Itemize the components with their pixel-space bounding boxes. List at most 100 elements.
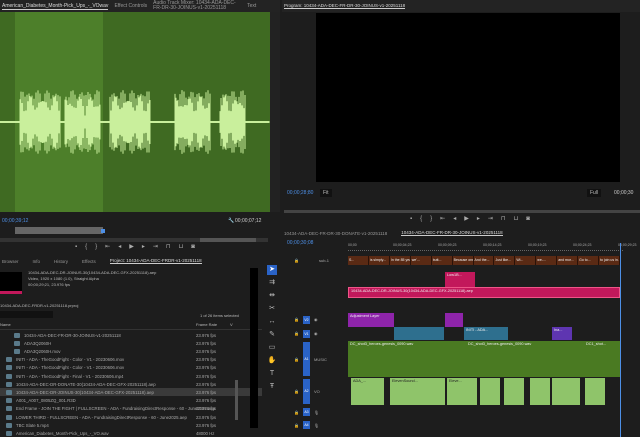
play-icon[interactable]: ▶ [129, 243, 134, 250]
tab-audio-mixer[interactable]: Audio Track Mixer: 10434-ADA-DEC-FR-DR-3… [153, 1, 241, 11]
marker-icon[interactable]: ▪ [75, 244, 77, 250]
overwrite-icon[interactable]: ⊔ [179, 243, 184, 250]
project-item[interactable]: 10434-ADA-DEC-FR-DR-30-JOINUS-v1-2025111… [0, 331, 262, 339]
mark-out-icon[interactable]: } [95, 244, 97, 250]
go-to-in-icon[interactable]: ⇤ [105, 243, 110, 250]
lock-icon[interactable]: 🔒 [294, 389, 299, 394]
tab-project[interactable]: Project: 10434-ADA-DEC-FRDR-v1-20251118 [109, 258, 202, 264]
camera-icon[interactable]: ◙ [191, 244, 195, 250]
eye-icon[interactable]: ◉ [314, 317, 318, 322]
slip-icon[interactable]: ↔ [267, 317, 277, 327]
caption-segment[interactable]: Just like... [494, 256, 516, 265]
caption-segment[interactable]: Because one... [453, 256, 474, 265]
clip-graphic[interactable]: 10434-ADA-DEC-DR-JOINUS-30(10434-ADA-DEC… [348, 287, 620, 298]
marker-icon[interactable]: ▪ [410, 216, 412, 222]
mic-icon[interactable]: 🎙 [314, 423, 319, 428]
ripple-edit-icon[interactable]: ⇹ [267, 291, 277, 301]
tab-program[interactable]: Program: 10434-ADA-DEC-FR-DR-30-JOINUS-v… [284, 3, 406, 9]
project-item[interactable]: American_Diabetes_Month-Pick_Ups_-_VO.wa… [0, 429, 262, 437]
clip-music-2[interactable]: DC_shot3_heroes-genesis_0090.wav [466, 341, 584, 377]
project-item[interactable]: ADA3Q2060H.mov 23.976 fps [0, 347, 262, 355]
tab-browser[interactable]: Browser [2, 259, 19, 264]
track-select-icon[interactable]: ⇉ [267, 278, 277, 288]
caption-segment[interactable]: Wi... [515, 256, 537, 265]
project-item[interactable]: A001_A007_0805ZQ_001.R3D 23.976 fps [0, 397, 262, 405]
clip-vo-6[interactable] [530, 378, 550, 405]
col-v[interactable]: V [230, 322, 233, 327]
clip-v1-a[interactable] [394, 327, 444, 340]
track-v2[interactable]: V2 [302, 315, 310, 324]
project-item[interactable]: INITI - ADA - TheGoodFight - Color - V1 … [0, 356, 262, 364]
clip-vo-8[interactable] [585, 378, 605, 405]
step-back-icon[interactable]: ◂ [118, 243, 121, 250]
project-search-input[interactable] [0, 311, 53, 318]
project-item[interactable]: TBC Slate 5.mp4 23.976 fps [0, 421, 262, 429]
tab-history[interactable]: History [54, 259, 68, 264]
clip-vo-3[interactable]: Eleve... [447, 378, 477, 405]
project-item[interactable]: LOWER THIRD - FULLSCREEN - ADA - Fundrai… [0, 413, 262, 421]
caption-segment[interactable]: S... [348, 256, 369, 265]
source-waveform-view[interactable] [0, 12, 270, 212]
project-item[interactable]: ADA3Q2060H 23.976 fps [0, 339, 262, 347]
track-a1[interactable]: A1 [302, 342, 310, 376]
track-a3[interactable]: A3 [302, 408, 310, 416]
track-a4[interactable]: A4 [302, 421, 310, 429]
hand-icon[interactable]: ✋ [267, 356, 277, 366]
timeline-timecode[interactable]: 00;00;30;08 [287, 240, 313, 246]
track-v1[interactable]: V1 [302, 329, 310, 338]
caption-segment[interactable]: we'... [411, 256, 432, 265]
clip-music-1[interactable]: DC_shot3_heroes-genesis_0090.wav [348, 341, 466, 377]
caption-segment[interactable]: is simply... [369, 256, 390, 265]
col-name[interactable]: Name [0, 322, 11, 327]
lock-icon[interactable]: 🔒 [294, 331, 299, 336]
tab-source[interactable]: American_Diabetes_Month-Pick_Ups_-_VOwav [2, 3, 109, 10]
mark-in-icon[interactable]: { [420, 216, 422, 222]
extract-icon[interactable]: ⊔ [514, 215, 519, 222]
tab-effects[interactable]: Effects [82, 259, 96, 264]
mark-in-icon[interactable]: { [85, 244, 87, 250]
caption-segment[interactable]: to join us in... [599, 256, 620, 265]
clip-music-3[interactable]: DC1_shot... [584, 341, 620, 377]
eye-icon[interactable]: ◉ [314, 331, 318, 336]
clip-lower-third[interactable]: Low1B... [445, 272, 475, 287]
wrench-icon[interactable]: 🔧 [228, 218, 234, 224]
caption-segment[interactable]: And the... [474, 256, 495, 265]
lock-icon[interactable]: 🔒 [294, 410, 299, 415]
tab-info[interactable]: Info [33, 259, 41, 264]
tab-text[interactable]: Text [247, 3, 256, 9]
clip-v1-b[interactable]: INITI - ADA... [464, 327, 508, 340]
rectangle-icon[interactable]: ▭ [267, 343, 277, 353]
insert-icon[interactable]: ⊓ [166, 243, 171, 250]
pen-icon[interactable]: ✎ [267, 330, 277, 340]
source-scrollbar[interactable] [270, 12, 280, 212]
clip-vo-4[interactable] [480, 378, 500, 405]
program-scrollbar[interactable] [284, 210, 640, 213]
source-timecode[interactable]: 00;00;39;12 [2, 218, 28, 224]
source-scroll[interactable] [0, 238, 268, 242]
clip-vo-7[interactable] [552, 378, 580, 405]
playhead[interactable] [620, 243, 621, 437]
lock-icon[interactable]: 🔒 [294, 317, 299, 322]
source-playhead[interactable] [101, 229, 105, 233]
track-a2[interactable]: A2 [302, 379, 310, 404]
type-icon[interactable]: T [267, 369, 277, 379]
project-scrollbar[interactable] [235, 380, 238, 420]
clip-adjustment-layer-2[interactable] [445, 313, 463, 327]
project-item[interactable]: 10434-ADA-DEC-DR-JOINUS-30(10434-ADA-DEC… [0, 388, 262, 397]
clip-vo-5[interactable] [504, 378, 524, 405]
razor-icon[interactable]: ✂ [267, 304, 277, 314]
clip-vo-2[interactable]: ElevenSound... [390, 378, 445, 405]
camera-icon[interactable]: ◙ [526, 216, 530, 222]
project-item[interactable]: INITI - ADA - TheGoodFight - Final - V1 … [0, 372, 262, 380]
go-to-in-icon[interactable]: ⇤ [440, 215, 445, 222]
time-ruler[interactable]: 00;00 00;00;04;23 00;00;09;23 00;00;14;23 00… [348, 243, 637, 251]
lock-icon[interactable]: 🔒 [294, 423, 299, 428]
mic-icon[interactable]: 🎙 [314, 410, 319, 415]
selection-tool-icon[interactable]: ➤ [267, 265, 277, 275]
clip-adjustment-layer[interactable]: Adjustment Layer [348, 313, 394, 327]
zoom-select[interactable]: Fit [320, 189, 332, 197]
caption-segment[interactable]: In the 85 yea... [390, 256, 411, 265]
project-item[interactable]: INITI - ADA - TheGoodFight - Color - V1 … [0, 364, 262, 372]
vertical-type-icon[interactable]: Ŧ [267, 382, 277, 392]
project-item[interactable]: End Frame - JOIN THE FIGHT | FULLSCREEN … [0, 405, 262, 413]
